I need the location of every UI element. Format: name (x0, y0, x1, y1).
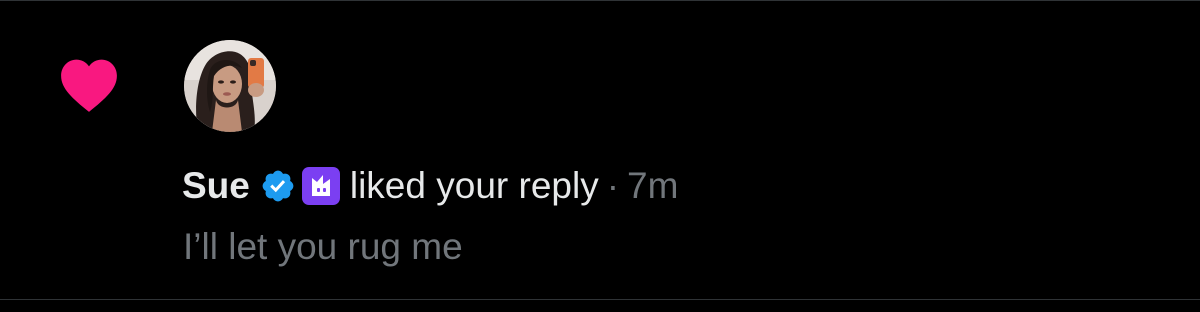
verified-badge-icon[interactable] (260, 168, 296, 204)
avatar-image (184, 40, 276, 132)
action-text: liked your reply (349, 165, 599, 206)
bottom-divider (0, 299, 1200, 300)
affiliate-badge-icon[interactable] (301, 167, 340, 205)
reply-preview-text: I’ll let you rug me (183, 226, 463, 267)
avatar[interactable] (184, 40, 276, 132)
heart-icon (61, 59, 117, 112)
separator-dot: · (606, 165, 620, 206)
timestamp[interactable]: 7m (627, 165, 678, 207)
like-notification[interactable]: Sue liked your reply · 7m I’ll let you r… (0, 0, 1200, 300)
notification-headline: Sue liked your reply · 7m (182, 160, 678, 212)
user-name-link[interactable]: Sue (182, 165, 250, 207)
